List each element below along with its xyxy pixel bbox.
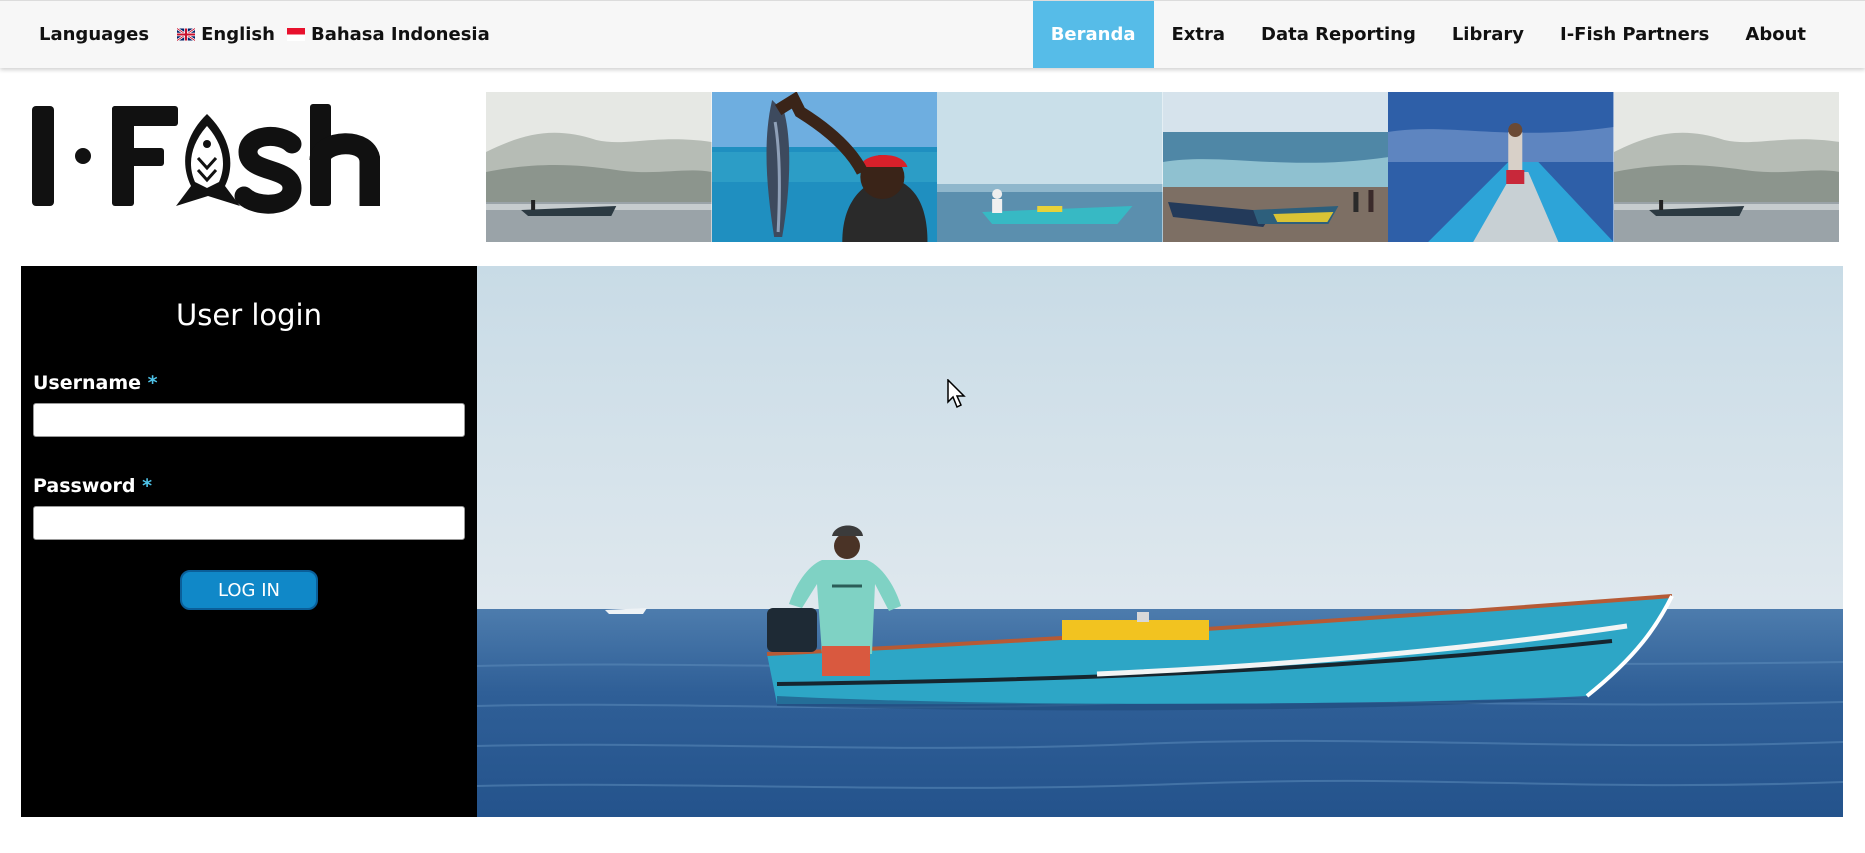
languages-label: Languages (39, 24, 150, 45)
boats-on-beach-photo (1162, 92, 1388, 242)
user-login-panel: User login Username * Password * LOG IN (21, 266, 477, 817)
fisher-on-boat-deck-photo (1388, 92, 1614, 242)
nav-item-about[interactable]: About (1727, 1, 1824, 68)
boat-on-calm-sea-photo (937, 92, 1163, 242)
log-in-button[interactable]: LOG IN (180, 570, 318, 610)
nav-item-data-reporting[interactable]: Data Reporting (1243, 1, 1434, 68)
main-nav: Beranda Extra Data Reporting Library I-F… (1032, 1, 1824, 68)
nav-item-i-fish-partners[interactable]: I-Fish Partners (1542, 1, 1727, 68)
foggy-sea-boat-photo (1613, 92, 1839, 242)
i-fish-logo[interactable] (30, 96, 380, 214)
language-switcher: Languages English Bahasa Indonesia (39, 1, 502, 68)
language-label-english: English (201, 24, 275, 45)
fisherman-in-blue-boat-at-sea-photo (477, 266, 1843, 817)
language-label-bahasa-indonesia: Bahasa Indonesia (310, 24, 490, 45)
header-photo-strip (486, 92, 1839, 242)
indonesia-flag-icon (286, 28, 305, 41)
password-label: Password * (33, 475, 152, 497)
password-label-text: Password (33, 475, 136, 497)
username-input[interactable] (33, 403, 465, 437)
nav-item-library[interactable]: Library (1434, 1, 1542, 68)
top-bar: Languages English Bahasa Indonesia Beran… (0, 0, 1865, 68)
login-title: User login (176, 298, 322, 332)
language-link-bahasa-indonesia[interactable]: Bahasa Indonesia (286, 24, 490, 45)
username-label: Username * (33, 372, 158, 394)
fisher-holding-tuna-photo (711, 92, 937, 242)
password-required-marker: * (142, 475, 152, 497)
mouse-cursor-icon (947, 378, 967, 409)
password-input[interactable] (33, 506, 465, 540)
nav-item-beranda[interactable]: Beranda (1032, 1, 1154, 68)
foggy-sea-boat-photo (486, 92, 712, 242)
nav-item-extra[interactable]: Extra (1154, 1, 1244, 68)
uk-flag-icon (177, 28, 196, 41)
username-label-text: Username (33, 372, 142, 394)
language-link-english[interactable]: English (177, 24, 275, 45)
username-required-marker: * (147, 372, 158, 394)
